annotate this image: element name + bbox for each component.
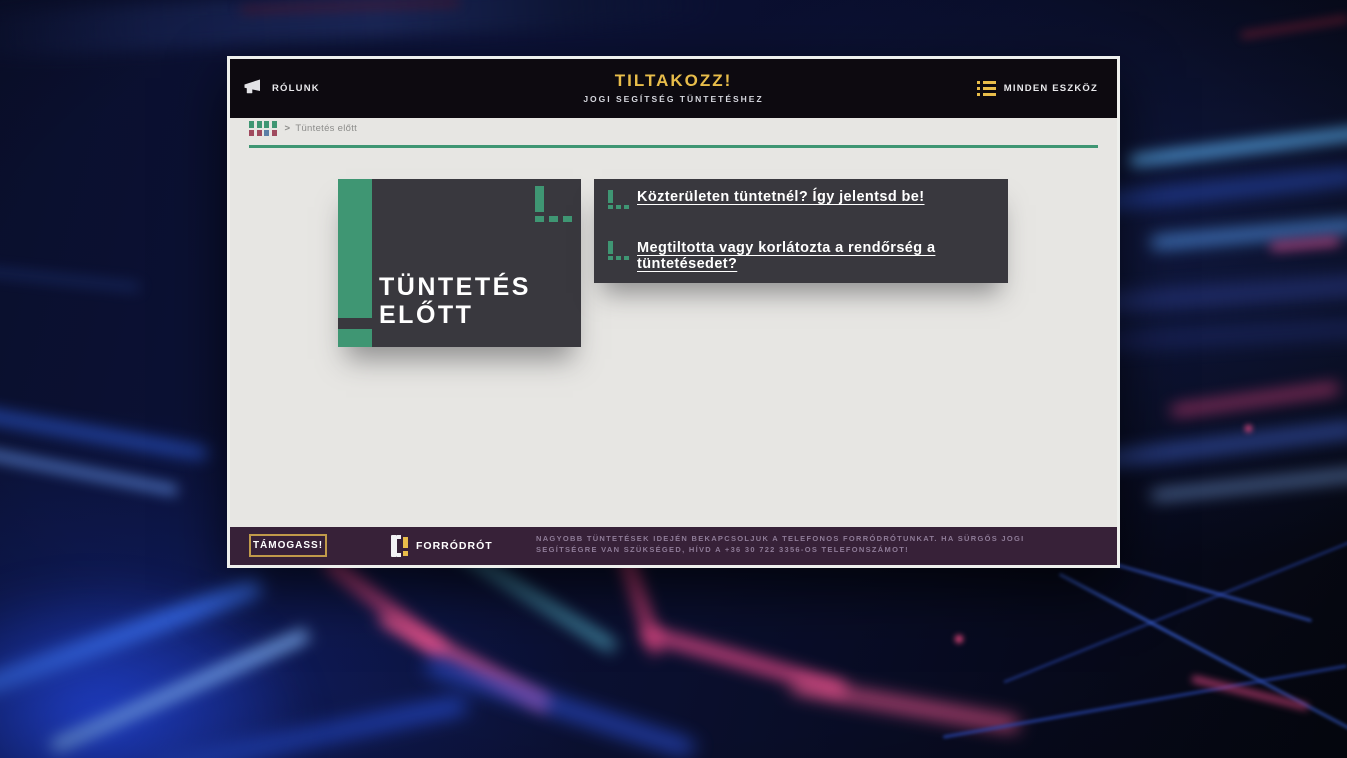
support-button[interactable]: TÁMOGASS! (249, 534, 327, 557)
hotline-notice: NAGYOBB TÜNTETÉSEK IDEJÉN BEKAPCSOLJUK A… (536, 533, 1040, 556)
feature-card-dark-band (338, 318, 378, 329)
site-frame: RÓLUNK TILTAKOZZ! JOGI SEGÍTSÉG TÜNTETÉS… (227, 56, 1120, 568)
green-divider (249, 145, 1098, 148)
list-item: Közterületen tüntetnél? Így jelentsd be! (608, 189, 925, 209)
article-link-panel: Közterületen tüntetnél? Így jelentsd be!… (594, 179, 1008, 283)
breadcrumb-separator: > (285, 123, 291, 134)
article-link-bejelentes[interactable]: Közterületen tüntetnél? Így jelentsd be! (637, 189, 925, 205)
nav-all-tools[interactable]: MINDEN ESZKÖZ (977, 59, 1098, 118)
breadcrumb: > Tüntetés előtt (249, 121, 357, 136)
hotline-link[interactable]: FORRÓDRÓT (391, 527, 493, 565)
feature-card-tuntetes-elott[interactable]: TÜNTETÉS ELŐTT (338, 179, 581, 347)
list-item: Megtiltotta vagy korlátozta a rendőrség … (608, 240, 1008, 272)
feature-card-title: TÜNTETÉS ELŐTT (379, 273, 531, 329)
alert-exclamation-icon (608, 241, 629, 260)
nav-all-tools-label: MINDEN ESZKÖZ (1004, 83, 1098, 94)
site-footer: TÁMOGASS! FORRÓDRÓT NAGYOBB TÜNTETÉSEK I… (230, 527, 1117, 565)
site-logo-bars-icon[interactable] (249, 121, 277, 136)
hotline-phone-icon (391, 535, 408, 557)
hotline-label: FORRÓDRÓT (416, 540, 493, 552)
breadcrumb-current[interactable]: Tüntetés előtt (295, 123, 357, 134)
site-header: RÓLUNK TILTAKOZZ! JOGI SEGÍTSÉG TÜNTETÉS… (230, 59, 1117, 118)
breadcrumb-text: > Tüntetés előtt (285, 123, 358, 134)
list-icon (977, 81, 996, 97)
article-link-megtiltotta[interactable]: Megtiltotta vagy korlátozta a rendőrség … (637, 240, 1008, 272)
alert-exclamation-icon (535, 186, 573, 222)
alert-exclamation-icon (608, 190, 629, 209)
